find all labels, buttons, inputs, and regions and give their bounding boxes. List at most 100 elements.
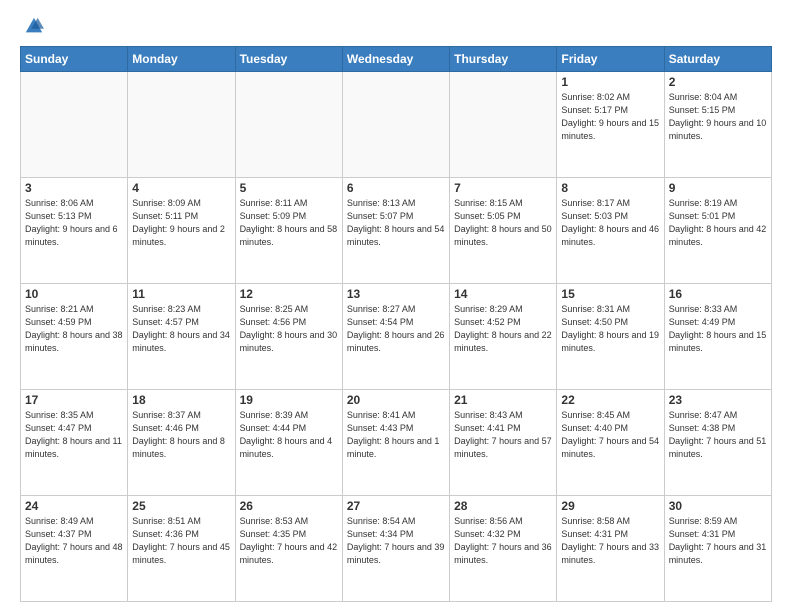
day-number: 20: [347, 393, 445, 407]
calendar-cell: 22 Sunrise: 8:45 AM Sunset: 4:40 PM Dayli…: [557, 390, 664, 496]
day-number: 21: [454, 393, 552, 407]
weekday-header-sunday: Sunday: [21, 47, 128, 72]
day-number: 12: [240, 287, 338, 301]
day-info: Sunrise: 8:02 AM Sunset: 5:17 PM Dayligh…: [561, 91, 659, 143]
calendar-cell: 9 Sunrise: 8:19 AM Sunset: 5:01 PM Daylig…: [664, 178, 771, 284]
calendar-cell: 28 Sunrise: 8:56 AM Sunset: 4:32 PM Dayli…: [450, 496, 557, 602]
day-number: 14: [454, 287, 552, 301]
day-number: 19: [240, 393, 338, 407]
day-info: Sunrise: 8:25 AM Sunset: 4:56 PM Dayligh…: [240, 303, 338, 355]
day-info: Sunrise: 8:58 AM Sunset: 4:31 PM Dayligh…: [561, 515, 659, 567]
calendar-cell: [450, 72, 557, 178]
day-number: 26: [240, 499, 338, 513]
day-info: Sunrise: 8:51 AM Sunset: 4:36 PM Dayligh…: [132, 515, 230, 567]
weekday-header-tuesday: Tuesday: [235, 47, 342, 72]
calendar-cell: 24 Sunrise: 8:49 AM Sunset: 4:37 PM Dayli…: [21, 496, 128, 602]
week-row-0: 1 Sunrise: 8:02 AM Sunset: 5:17 PM Daylig…: [21, 72, 772, 178]
day-number: 22: [561, 393, 659, 407]
day-info: Sunrise: 8:45 AM Sunset: 4:40 PM Dayligh…: [561, 409, 659, 461]
calendar-cell: 21 Sunrise: 8:43 AM Sunset: 4:41 PM Dayli…: [450, 390, 557, 496]
day-number: 15: [561, 287, 659, 301]
day-info: Sunrise: 8:15 AM Sunset: 5:05 PM Dayligh…: [454, 197, 552, 249]
day-number: 25: [132, 499, 230, 513]
page: SundayMondayTuesdayWednesdayThursdayFrid…: [0, 0, 792, 612]
week-row-4: 24 Sunrise: 8:49 AM Sunset: 4:37 PM Dayli…: [21, 496, 772, 602]
calendar-cell: 19Sunrise: 8:39 AM Sunset: 4:44 PM Dayli…: [235, 390, 342, 496]
calendar-cell: 26Sunrise: 8:53 AM Sunset: 4:35 PM Dayli…: [235, 496, 342, 602]
calendar-cell: 25 Sunrise: 8:51 AM Sunset: 4:36 PM Dayli…: [128, 496, 235, 602]
day-info: Sunrise: 8:59 AM Sunset: 4:31 PM Dayligh…: [669, 515, 767, 567]
calendar-header: SundayMondayTuesdayWednesdayThursdayFrid…: [21, 47, 772, 72]
calendar-cell: [128, 72, 235, 178]
calendar-cell: 23Sunrise: 8:47 AM Sunset: 4:38 PM Dayli…: [664, 390, 771, 496]
day-number: 2: [669, 75, 767, 89]
day-info: Sunrise: 8:19 AM Sunset: 5:01 PM Dayligh…: [669, 197, 767, 249]
calendar-body: 1 Sunrise: 8:02 AM Sunset: 5:17 PM Daylig…: [21, 72, 772, 602]
day-number: 9: [669, 181, 767, 195]
day-number: 28: [454, 499, 552, 513]
day-info: Sunrise: 8:17 AM Sunset: 5:03 PM Dayligh…: [561, 197, 659, 249]
calendar-cell: 27Sunrise: 8:54 AM Sunset: 4:34 PM Dayli…: [342, 496, 449, 602]
day-info: Sunrise: 8:41 AM Sunset: 4:43 PM Dayligh…: [347, 409, 445, 461]
day-number: 10: [25, 287, 123, 301]
day-info: Sunrise: 8:47 AM Sunset: 4:38 PM Dayligh…: [669, 409, 767, 461]
calendar-cell: 30 Sunrise: 8:59 AM Sunset: 4:31 PM Dayli…: [664, 496, 771, 602]
weekday-header-wednesday: Wednesday: [342, 47, 449, 72]
calendar: SundayMondayTuesdayWednesdayThursdayFrid…: [20, 46, 772, 602]
day-number: 11: [132, 287, 230, 301]
day-number: 29: [561, 499, 659, 513]
day-info: Sunrise: 8:56 AM Sunset: 4:32 PM Dayligh…: [454, 515, 552, 567]
calendar-cell: [21, 72, 128, 178]
calendar-cell: 15Sunrise: 8:31 AM Sunset: 4:50 PM Dayli…: [557, 284, 664, 390]
day-info: Sunrise: 8:04 AM Sunset: 5:15 PM Dayligh…: [669, 91, 767, 143]
calendar-cell: 13Sunrise: 8:27 AM Sunset: 4:54 PM Dayli…: [342, 284, 449, 390]
day-info: Sunrise: 8:11 AM Sunset: 5:09 PM Dayligh…: [240, 197, 338, 249]
weekday-header-saturday: Saturday: [664, 47, 771, 72]
calendar-cell: 14 Sunrise: 8:29 AM Sunset: 4:52 PM Dayli…: [450, 284, 557, 390]
day-number: 24: [25, 499, 123, 513]
logo-icon: [24, 16, 44, 36]
day-info: Sunrise: 8:33 AM Sunset: 4:49 PM Dayligh…: [669, 303, 767, 355]
calendar-cell: 12 Sunrise: 8:25 AM Sunset: 4:56 PM Dayli…: [235, 284, 342, 390]
day-number: 1: [561, 75, 659, 89]
calendar-cell: 6Sunrise: 8:13 AM Sunset: 5:07 PM Daylig…: [342, 178, 449, 284]
calendar-cell: [342, 72, 449, 178]
day-info: Sunrise: 8:29 AM Sunset: 4:52 PM Dayligh…: [454, 303, 552, 355]
header: [20, 16, 772, 36]
calendar-cell: 5 Sunrise: 8:11 AM Sunset: 5:09 PM Daylig…: [235, 178, 342, 284]
day-info: Sunrise: 8:09 AM Sunset: 5:11 PM Dayligh…: [132, 197, 230, 249]
week-row-2: 10 Sunrise: 8:21 AM Sunset: 4:59 PM Dayli…: [21, 284, 772, 390]
day-info: Sunrise: 8:43 AM Sunset: 4:41 PM Dayligh…: [454, 409, 552, 461]
calendar-cell: 18Sunrise: 8:37 AM Sunset: 4:46 PM Dayli…: [128, 390, 235, 496]
day-number: 13: [347, 287, 445, 301]
day-info: Sunrise: 8:06 AM Sunset: 5:13 PM Dayligh…: [25, 197, 123, 249]
day-info: Sunrise: 8:23 AM Sunset: 4:57 PM Dayligh…: [132, 303, 230, 355]
weekday-header-monday: Monday: [128, 47, 235, 72]
day-number: 8: [561, 181, 659, 195]
calendar-cell: 4 Sunrise: 8:09 AM Sunset: 5:11 PM Daylig…: [128, 178, 235, 284]
calendar-cell: [235, 72, 342, 178]
weekday-header-thursday: Thursday: [450, 47, 557, 72]
day-info: Sunrise: 8:35 AM Sunset: 4:47 PM Dayligh…: [25, 409, 123, 461]
logo: [20, 16, 44, 36]
day-number: 7: [454, 181, 552, 195]
day-number: 16: [669, 287, 767, 301]
week-row-1: 3 Sunrise: 8:06 AM Sunset: 5:13 PM Daylig…: [21, 178, 772, 284]
calendar-cell: 3 Sunrise: 8:06 AM Sunset: 5:13 PM Daylig…: [21, 178, 128, 284]
day-info: Sunrise: 8:49 AM Sunset: 4:37 PM Dayligh…: [25, 515, 123, 567]
day-info: Sunrise: 8:21 AM Sunset: 4:59 PM Dayligh…: [25, 303, 123, 355]
day-number: 3: [25, 181, 123, 195]
day-number: 30: [669, 499, 767, 513]
day-number: 5: [240, 181, 338, 195]
calendar-cell: 7 Sunrise: 8:15 AM Sunset: 5:05 PM Daylig…: [450, 178, 557, 284]
day-number: 18: [132, 393, 230, 407]
calendar-cell: 10 Sunrise: 8:21 AM Sunset: 4:59 PM Dayli…: [21, 284, 128, 390]
calendar-cell: 17Sunrise: 8:35 AM Sunset: 4:47 PM Dayli…: [21, 390, 128, 496]
calendar-cell: 29 Sunrise: 8:58 AM Sunset: 4:31 PM Dayli…: [557, 496, 664, 602]
day-number: 4: [132, 181, 230, 195]
calendar-cell: 2 Sunrise: 8:04 AM Sunset: 5:15 PM Daylig…: [664, 72, 771, 178]
day-number: 27: [347, 499, 445, 513]
weekday-row: SundayMondayTuesdayWednesdayThursdayFrid…: [21, 47, 772, 72]
calendar-cell: 20 Sunrise: 8:41 AM Sunset: 4:43 PM Dayli…: [342, 390, 449, 496]
calendar-cell: 11 Sunrise: 8:23 AM Sunset: 4:57 PM Dayli…: [128, 284, 235, 390]
